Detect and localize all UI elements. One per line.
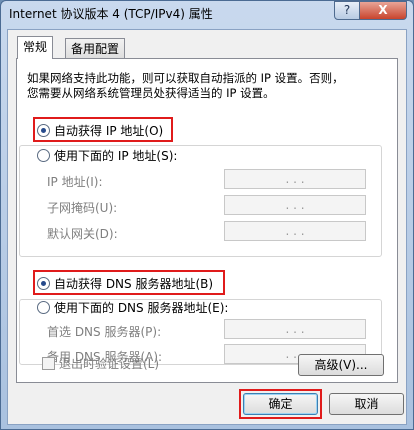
- radio-manual-ip-label[interactable]: 使用下面的 IP 地址(S):: [54, 147, 177, 164]
- help-button[interactable]: ?: [334, 1, 360, 20]
- subnet-mask-input[interactable]: . . .: [224, 195, 366, 215]
- title-bar[interactable]: Internet 协议版本 4 (TCP/IPv4) 属性 ? X: [1, 1, 413, 25]
- radio-manual-dns-label[interactable]: 使用下面的 DNS 服务器地址(E):: [54, 299, 228, 316]
- description-line-1: 如果网络支持此功能，则可以获取自动指派的 IP 设置。否则，: [27, 71, 344, 85]
- radio-manual-dns-indicator[interactable]: [37, 301, 50, 314]
- window-title: Internet 协议版本 4 (TCP/IPv4) 属性: [9, 7, 213, 21]
- ip-address-value: . . .: [285, 172, 305, 186]
- radio-auto-dns-label[interactable]: 自动获得 DNS 服务器地址(B): [54, 275, 213, 292]
- tab-general[interactable]: 常规: [17, 36, 54, 59]
- close-button[interactable]: X: [359, 1, 407, 20]
- ok-button[interactable]: 确定: [243, 393, 318, 415]
- validate-checkbox[interactable]: [42, 357, 55, 370]
- tab-alternate-config[interactable]: 备用配置: [65, 38, 126, 58]
- radio-auto-ip-label[interactable]: 自动获得 IP 地址(O): [54, 122, 163, 139]
- ip-address-input[interactable]: . . .: [224, 169, 366, 189]
- client-area: 常规 备用配置 如果网络支持此功能，则可以获取自动指派的 IP 设置。否则， 您…: [7, 29, 407, 425]
- radio-manual-dns[interactable]: 使用下面的 DNS 服务器地址(E):: [37, 299, 228, 316]
- description-text: 如果网络支持此功能，则可以获取自动指派的 IP 设置。否则， 您需要从网络系统管…: [27, 71, 387, 101]
- radio-auto-ip-indicator[interactable]: [37, 124, 50, 137]
- general-panel: 如果网络支持此功能，则可以获取自动指派的 IP 设置。否则， 您需要从网络系统管…: [16, 58, 398, 383]
- default-gateway-label: 默认网关(D):: [47, 227, 118, 241]
- subnet-mask-value: . . .: [285, 198, 305, 212]
- radio-auto-ip[interactable]: 自动获得 IP 地址(O): [37, 122, 163, 139]
- cancel-button[interactable]: 取消: [329, 393, 404, 415]
- default-gateway-value: . . .: [285, 224, 305, 238]
- radio-auto-dns[interactable]: 自动获得 DNS 服务器地址(B): [37, 275, 213, 292]
- validate-checkbox-row[interactable]: 退出时验证设置(L): [42, 355, 159, 372]
- subnet-mask-label: 子网掩码(U):: [47, 201, 118, 215]
- radio-manual-ip[interactable]: 使用下面的 IP 地址(S):: [37, 147, 177, 164]
- description-line-2: 您需要从网络系统管理员处获得适当的 IP 设置。: [27, 86, 275, 100]
- dialog-window: Internet 协议版本 4 (TCP/IPv4) 属性 ? X 常规 备用配…: [0, 0, 414, 430]
- ip-address-label: IP 地址(I):: [47, 175, 103, 189]
- preferred-dns-label: 首选 DNS 服务器(P):: [47, 325, 162, 339]
- preferred-dns-value: . . .: [285, 322, 305, 336]
- advanced-button[interactable]: 高级(V)...: [298, 354, 384, 376]
- default-gateway-input[interactable]: . . .: [224, 221, 366, 241]
- validate-label[interactable]: 退出时验证设置(L): [59, 355, 159, 372]
- radio-manual-ip-indicator[interactable]: [37, 149, 50, 162]
- radio-auto-dns-indicator[interactable]: [37, 277, 50, 290]
- preferred-dns-input[interactable]: . . .: [224, 319, 366, 339]
